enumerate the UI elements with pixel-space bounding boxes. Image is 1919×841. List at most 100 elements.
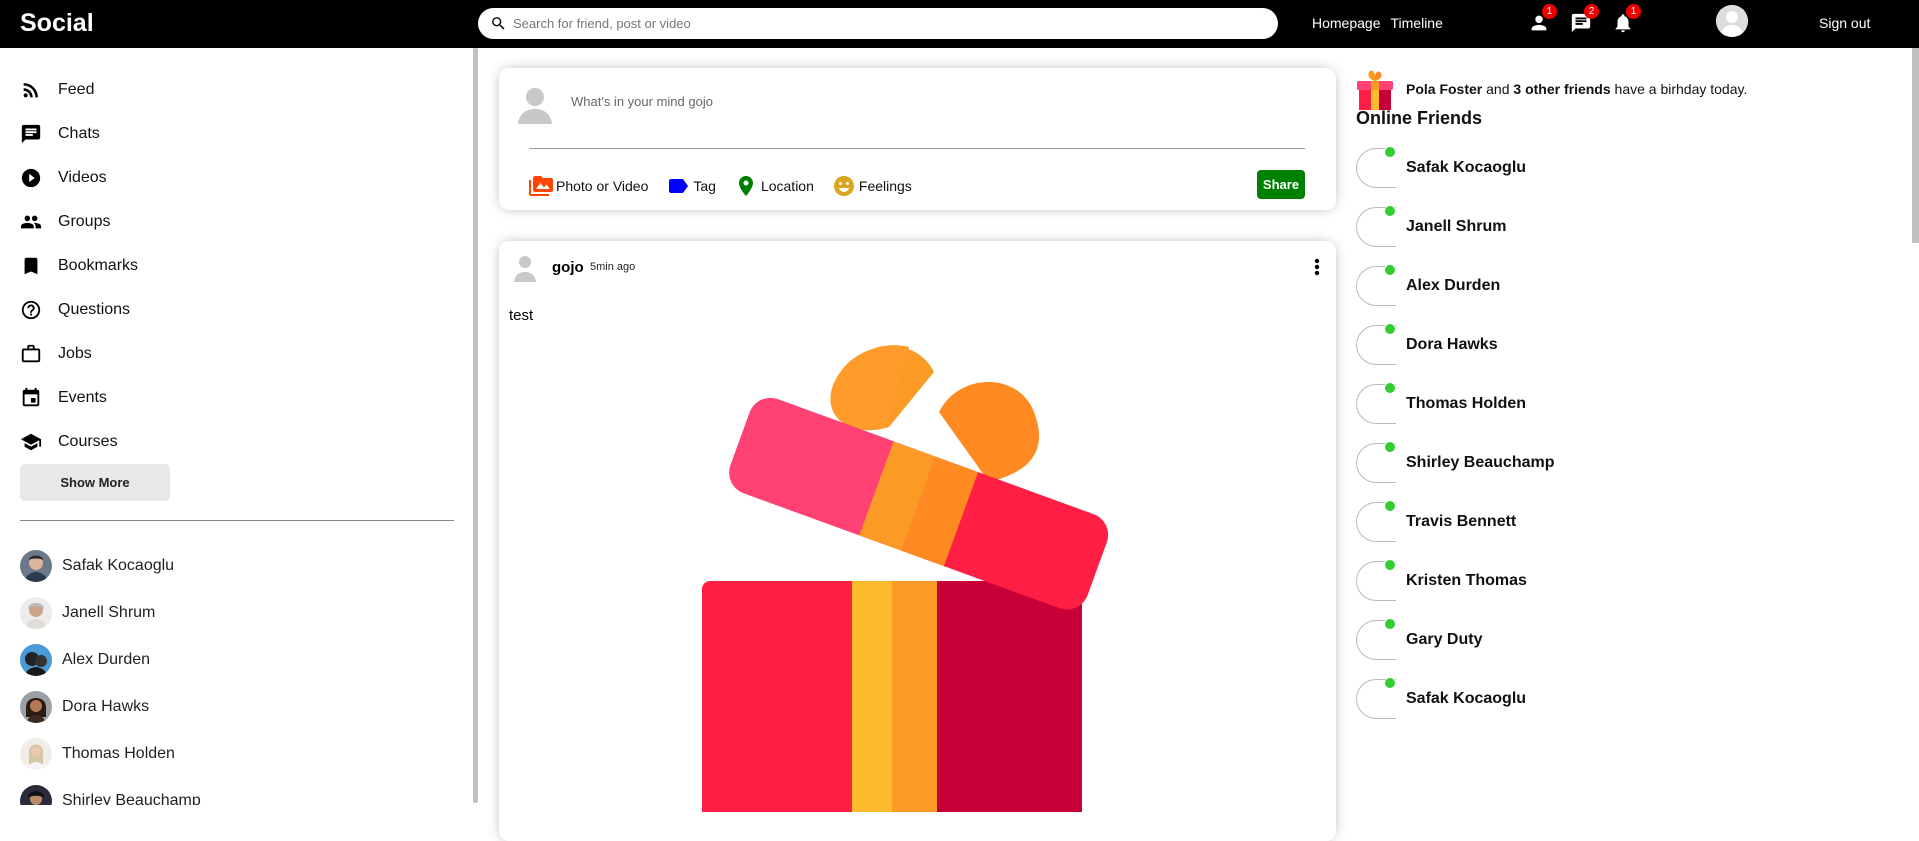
- sidebar: Feed Chats Videos Groups Bookmarks Quest…: [0, 48, 476, 805]
- online-friend-name: Safak Kocaoglu: [1406, 689, 1527, 707]
- gift-icon: [1357, 70, 1393, 110]
- sidebar-item-events[interactable]: Events: [20, 376, 138, 420]
- sidebar-item-questions[interactable]: Questions: [20, 288, 138, 332]
- share-options: Photo or Video Tag Location Feelings: [529, 174, 912, 198]
- show-more-button[interactable]: Show More: [20, 464, 170, 501]
- avatar: [20, 690, 52, 723]
- post-avatar[interactable]: [513, 254, 537, 282]
- online-friend-item[interactable]: Dora Hawks: [1356, 315, 1555, 374]
- emoji-emotions-icon: [833, 176, 854, 196]
- sidebar-item-label: Feed: [58, 81, 95, 98]
- event-icon: [22, 387, 40, 407]
- birthday-tail: have a birhday today.: [1610, 81, 1748, 97]
- page-scrollbar[interactable]: [1912, 48, 1919, 243]
- post-card: gojo 5min ago test: [499, 241, 1336, 841]
- online-friend-item[interactable]: Janell Shrum: [1356, 197, 1555, 256]
- online-friend-item[interactable]: Thomas Holden: [1356, 374, 1555, 433]
- option-label: Tag: [693, 178, 716, 194]
- sidebar-item-label: Bookmarks: [58, 257, 139, 274]
- online-friends-title: Online Friends: [1356, 108, 1483, 128]
- profile-avatar[interactable]: [1716, 5, 1748, 37]
- birthday-others[interactable]: 3 other friends: [1513, 81, 1610, 97]
- online-indicator: [1384, 145, 1396, 158]
- messages-button[interactable]: 2: [1568, 4, 1599, 36]
- avatar: [1356, 499, 1396, 542]
- online-friend-item[interactable]: Travis Bennett: [1356, 492, 1555, 551]
- sidebar-item-videos[interactable]: Videos: [20, 156, 138, 200]
- online-indicator: [1384, 499, 1396, 512]
- online-friend-item[interactable]: Gary Duty: [1356, 610, 1555, 669]
- group-icon: [20, 215, 42, 229]
- online-friend-item[interactable]: Shirley Beauchamp: [1356, 433, 1555, 492]
- birthday-name[interactable]: Pola Foster: [1406, 81, 1482, 97]
- sidebar-item-groups[interactable]: Groups: [20, 200, 138, 244]
- search-input[interactable]: [513, 16, 1253, 31]
- avatar: [1356, 204, 1396, 247]
- avatar: [1356, 263, 1396, 306]
- avatar: [20, 643, 52, 676]
- online-friend-name: Janell Shrum: [1406, 217, 1507, 235]
- sidebar-item-label: Groups: [58, 213, 111, 230]
- help-outline-icon: [21, 300, 41, 320]
- friend-item[interactable]: Safak Kocaoglu: [20, 542, 201, 589]
- divider: [20, 520, 454, 521]
- sidebar-item-label: Courses: [58, 433, 118, 450]
- signout-link[interactable]: Sign out: [1819, 15, 1870, 31]
- more-vert-icon[interactable]: [1311, 255, 1323, 279]
- feelings-option[interactable]: Feelings: [832, 174, 912, 198]
- friend-name: Janell Shrum: [62, 603, 156, 621]
- friend-requests-button[interactable]: 1: [1526, 4, 1557, 36]
- friend-item[interactable]: Shirley Beauchamp: [20, 777, 201, 805]
- notifications-badge: 1: [1626, 4, 1641, 19]
- friend-item[interactable]: Janell Shrum: [20, 589, 201, 636]
- logo[interactable]: Social: [20, 9, 94, 38]
- default-avatar-icon: [1716, 5, 1748, 37]
- sidebar-item-jobs[interactable]: Jobs: [20, 332, 138, 376]
- avatar: [1356, 617, 1396, 660]
- friend-item[interactable]: Dora Hawks: [20, 683, 201, 730]
- avatar: [20, 549, 52, 582]
- sidebar-item-label: Questions: [58, 301, 131, 318]
- online-friend-item[interactable]: Safak Kocaoglu: [1356, 669, 1555, 728]
- play-circle-icon: [21, 168, 41, 188]
- topbar: Social Homepage Timeline 1 2 1 Sign out: [0, 0, 1919, 48]
- avatar: [20, 596, 52, 629]
- sidebar-item-feed[interactable]: Feed: [20, 68, 138, 112]
- online-friend-item[interactable]: Alex Durden: [1356, 256, 1555, 315]
- online-friend-name: Travis Bennett: [1406, 512, 1517, 530]
- post-username[interactable]: gojo: [552, 259, 584, 276]
- online-friend-name: Thomas Holden: [1406, 394, 1527, 412]
- friend-item[interactable]: Thomas Holden: [20, 730, 201, 777]
- homepage-link[interactable]: Homepage: [1312, 15, 1381, 31]
- perm-media-icon: [529, 176, 553, 196]
- birthday-text: Pola Foster and 3 other friends have a b…: [1406, 81, 1747, 97]
- post-image: [689, 342, 1139, 821]
- sidebar-item-bookmarks[interactable]: Bookmarks: [20, 244, 138, 288]
- online-friend-item[interactable]: Safak Kocaoglu: [1356, 138, 1555, 197]
- avatar: [1356, 676, 1396, 719]
- sidebar-scrollbar[interactable]: [473, 48, 478, 803]
- online-indicator: [1384, 322, 1396, 335]
- photo-video-option[interactable]: Photo or Video: [529, 174, 648, 198]
- location-option[interactable]: Location: [734, 174, 814, 198]
- share-input[interactable]: [571, 94, 1171, 109]
- sidebar-item-chats[interactable]: Chats: [20, 112, 138, 156]
- notifications-button[interactable]: 1: [1610, 4, 1641, 36]
- online-friend-name: Shirley Beauchamp: [1406, 453, 1555, 471]
- sidebar-item-courses[interactable]: Courses: [20, 420, 138, 464]
- online-friend-name: Safak Kocaoglu: [1406, 158, 1527, 176]
- online-friend-name: Kristen Thomas: [1406, 571, 1527, 589]
- share-button[interactable]: Share: [1257, 170, 1305, 199]
- search-bar[interactable]: [478, 8, 1278, 39]
- default-avatar-icon: [518, 88, 552, 124]
- rightbar: Pola Foster and 3 other friends have a b…: [1340, 48, 1905, 805]
- avatar: [20, 737, 52, 770]
- sidebar-menu: Feed Chats Videos Groups Bookmarks Quest…: [20, 68, 138, 464]
- timeline-link[interactable]: Timeline: [1391, 15, 1443, 31]
- room-icon: [738, 176, 753, 196]
- online-indicator: [1384, 558, 1396, 571]
- friend-item[interactable]: Alex Durden: [20, 636, 201, 683]
- tag-option[interactable]: Tag: [666, 174, 716, 198]
- online-friend-item[interactable]: Kristen Thomas: [1356, 551, 1555, 610]
- default-avatar-icon: [514, 256, 536, 282]
